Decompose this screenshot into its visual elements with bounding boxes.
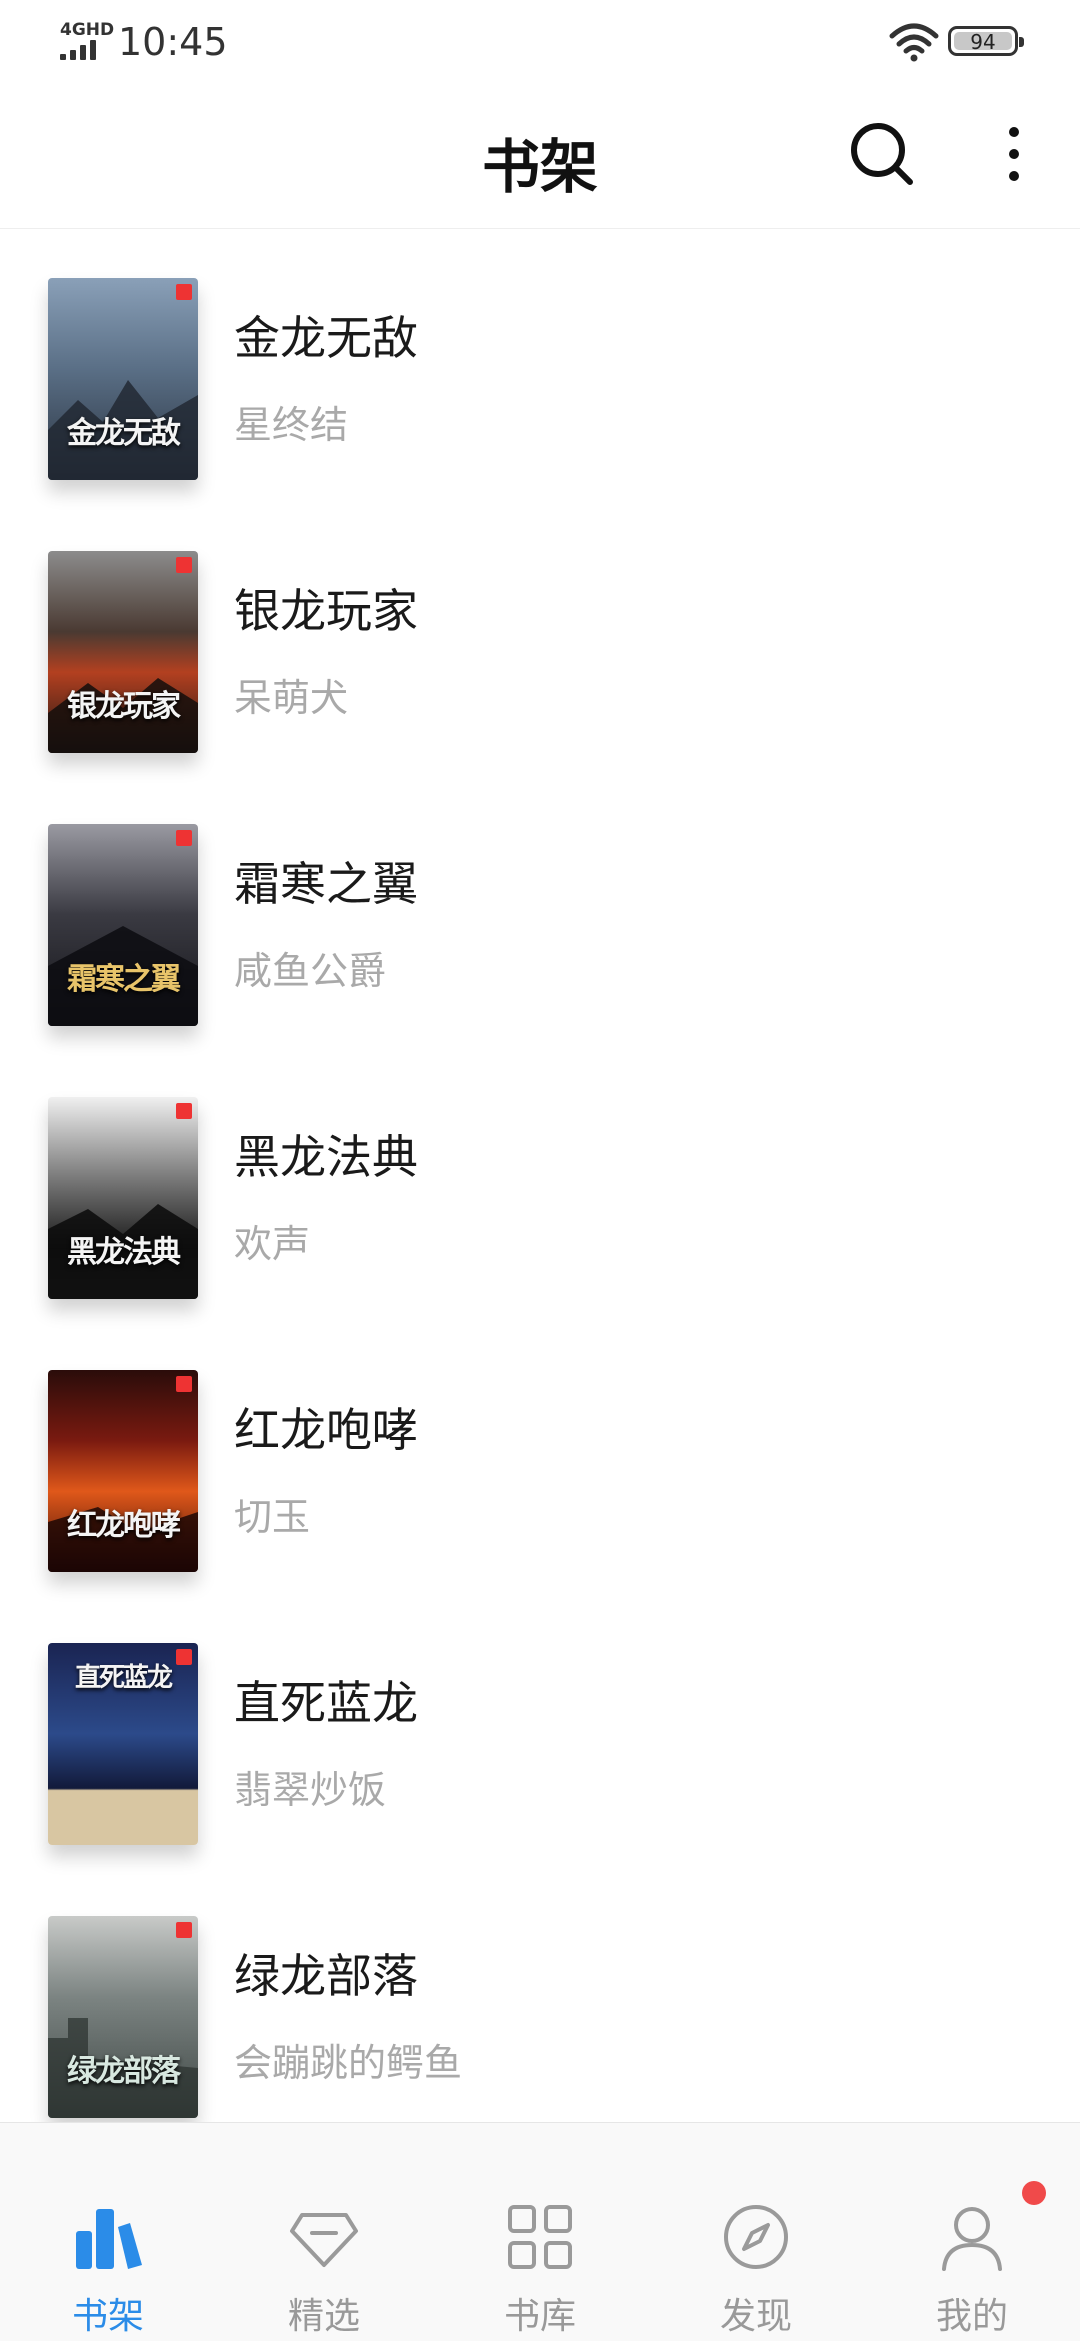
bookshelf-icon xyxy=(76,2209,142,2269)
book-title: 银龙玩家 xyxy=(234,584,418,638)
book-cover[interactable]: 直死蓝龙 xyxy=(48,1643,198,1845)
tab-label: 精选 xyxy=(287,2296,360,2337)
book-cover[interactable]: 红龙咆哮 xyxy=(48,1370,198,1572)
status-bar: 4GHD 10:45 94 xyxy=(0,0,1080,90)
book-title: 绿龙部落 xyxy=(234,1949,418,2003)
book-title: 霜寒之翼 xyxy=(234,857,418,911)
battery-level: 94 xyxy=(970,30,996,54)
user-icon xyxy=(942,2207,1002,2271)
book-cover[interactable]: 绿龙部落 xyxy=(48,1916,198,2118)
cover-title: 红龙咆哮 xyxy=(67,1508,181,1543)
tab-label: 书架 xyxy=(71,2296,144,2337)
tab-label: 发现 xyxy=(719,2296,792,2337)
book-cover[interactable]: 金龙无敌 xyxy=(48,278,198,480)
book-author: 呆萌犬 xyxy=(234,676,349,720)
network-type: 4GHD xyxy=(60,20,115,40)
bookshelf-list: 金龙无敌 金龙无敌 星终结 银龙玩家 银龙玩家 呆萌犬 霜寒之翼 霜寒之翼 咸鱼… xyxy=(0,228,1080,2139)
cover-title: 银龙玩家 xyxy=(67,689,181,724)
tab-featured[interactable]: 精选 xyxy=(216,2123,432,2341)
tab-discover[interactable]: 发现 xyxy=(648,2123,864,2341)
grid-icon xyxy=(508,2205,572,2269)
book-title: 金龙无敌 xyxy=(234,311,418,365)
tab-profile[interactable]: 我的 xyxy=(864,2123,1080,2341)
book-item[interactable]: 红龙咆哮 红龙咆哮 切玉 xyxy=(0,1320,1080,1593)
book-author: 星终结 xyxy=(234,403,349,447)
book-author: 欢声 xyxy=(234,1222,311,1266)
cover-title: 绿龙部落 xyxy=(67,2054,181,2089)
search-icon[interactable] xyxy=(848,120,916,188)
cover-title: 直死蓝龙 xyxy=(74,1663,173,1693)
book-author: 翡翠炒饭 xyxy=(234,1768,387,1812)
book-title: 直死蓝龙 xyxy=(234,1676,418,1730)
tab-bookshelf[interactable]: 书架 xyxy=(0,2123,216,2341)
book-author: 切玉 xyxy=(234,1495,311,1539)
book-cover[interactable]: 霜寒之翼 xyxy=(48,824,198,1026)
page-title: 书架 xyxy=(481,133,598,201)
book-item[interactable]: 直死蓝龙 直死蓝龙 翡翠炒饭 xyxy=(0,1593,1080,1866)
book-item[interactable]: 霜寒之翼 霜寒之翼 咸鱼公爵 xyxy=(0,774,1080,1047)
more-options-icon[interactable] xyxy=(996,120,1032,188)
book-item[interactable]: 黑龙法典 黑龙法典 欢声 xyxy=(0,1047,1080,1320)
book-cover[interactable]: 银龙玩家 xyxy=(48,551,198,753)
tab-library[interactable]: 书库 xyxy=(432,2123,648,2341)
cover-title: 黑龙法典 xyxy=(67,1235,181,1270)
app-header: 书架 xyxy=(0,90,1080,229)
book-title: 黑龙法典 xyxy=(234,1130,418,1184)
book-item[interactable]: 绿龙部落 绿龙部落 会蹦跳的鳄鱼 xyxy=(0,1866,1080,2139)
book-item[interactable]: 银龙玩家 银龙玩家 呆萌犬 xyxy=(0,501,1080,774)
book-author: 咸鱼公爵 xyxy=(234,949,387,993)
book-item[interactable]: 金龙无敌 金龙无敌 星终结 xyxy=(0,228,1080,501)
cover-title: 霜寒之翼 xyxy=(67,962,181,997)
clock: 10:45 xyxy=(118,20,228,64)
wifi-icon xyxy=(889,23,939,62)
book-title: 红龙咆哮 xyxy=(234,1403,418,1457)
book-author: 会蹦跳的鳄鱼 xyxy=(234,2041,463,2085)
tab-label: 书库 xyxy=(503,2296,576,2337)
book-cover[interactable]: 黑龙法典 xyxy=(48,1097,198,1299)
tab-label: 我的 xyxy=(935,2296,1008,2337)
cover-title: 金龙无敌 xyxy=(67,416,181,451)
diamond-icon xyxy=(290,2213,358,2267)
compass-icon xyxy=(724,2205,788,2269)
battery-icon: 94 xyxy=(948,26,1024,56)
signal-icon xyxy=(60,40,106,60)
bottom-nav: 书架 精选 书库 发现 我的 xyxy=(0,2122,1080,2341)
notification-dot xyxy=(1022,2181,1046,2205)
